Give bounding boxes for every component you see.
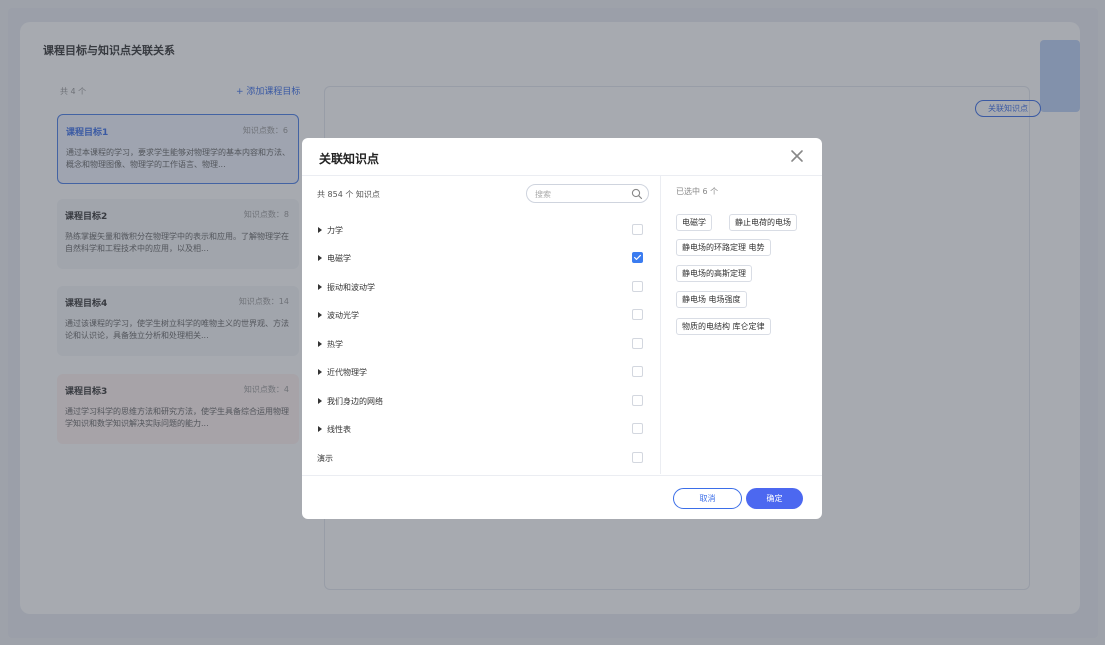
checkbox[interactable]: [632, 452, 643, 463]
selected-count: 已选中 6 个: [676, 187, 719, 196]
tree-item-label: 线性表: [327, 425, 351, 434]
selected-tag[interactable]: 静电场的环路定理 电势: [676, 239, 771, 256]
tree-item-label: 波动光学: [327, 311, 359, 320]
caret-right-icon[interactable]: [317, 341, 323, 347]
caret-right-icon[interactable]: [317, 369, 323, 375]
search-icon[interactable]: [631, 188, 643, 200]
checkbox[interactable]: [632, 281, 643, 292]
selected-tag[interactable]: 静止电荷的电场: [729, 214, 797, 231]
caret-right-icon[interactable]: [317, 398, 323, 404]
caret-right-icon[interactable]: [317, 227, 323, 233]
column-divider: [660, 176, 661, 474]
check-icon: [634, 254, 641, 260]
tree-item[interactable]: 近代物理学: [317, 362, 652, 382]
header-divider: [302, 175, 822, 176]
link-knowledge-modal: 关联知识点 共 854 个 知识点 力学 电磁学: [302, 138, 822, 519]
selected-tag[interactable]: 物质的电结构 库仑定律: [676, 318, 771, 335]
tree-item[interactable]: 波动光学: [317, 305, 652, 325]
caret-right-icon[interactable]: [317, 312, 323, 318]
tree-item-label: 电磁学: [327, 254, 351, 263]
caret-right-icon[interactable]: [317, 284, 323, 290]
modal-title: 关联知识点: [319, 152, 380, 166]
search-input[interactable]: [535, 187, 625, 201]
caret-right-icon[interactable]: [317, 255, 323, 261]
tree-item[interactable]: 电磁学: [317, 248, 652, 268]
checkbox[interactable]: [632, 395, 643, 406]
tree-item[interactable]: 我们身边的网络: [317, 391, 652, 411]
confirm-button[interactable]: 确定: [746, 488, 803, 509]
tree-item-label: 力学: [327, 226, 343, 235]
tree-item-label: 热学: [327, 340, 343, 349]
cancel-button[interactable]: 取消: [673, 488, 742, 509]
selected-tag[interactable]: 静电场 电场强度: [676, 291, 747, 308]
selected-tag[interactable]: 电磁学: [676, 214, 712, 231]
checkbox-checked[interactable]: [632, 252, 643, 263]
checkbox[interactable]: [632, 423, 643, 434]
tree-item[interactable]: 线性表: [317, 419, 652, 439]
tree-item-label: 近代物理学: [327, 368, 367, 377]
selected-tag[interactable]: 静电场的高斯定理: [676, 265, 752, 282]
tree-item-label: 振动和波动学: [327, 283, 375, 292]
checkbox[interactable]: [632, 338, 643, 349]
footer-divider: [302, 475, 822, 476]
checkbox[interactable]: [632, 224, 643, 235]
close-icon[interactable]: [789, 148, 805, 164]
tree-item[interactable]: 力学: [317, 220, 652, 240]
caret-right-icon[interactable]: [317, 426, 323, 432]
tree-item[interactable]: 演示: [317, 448, 652, 468]
tree-item-label: 演示: [317, 454, 333, 463]
tree-item[interactable]: 热学: [317, 334, 652, 354]
checkbox[interactable]: [632, 366, 643, 377]
total-count: 共 854 个 知识点: [317, 190, 380, 199]
checkbox[interactable]: [632, 309, 643, 320]
search-box: [526, 184, 649, 203]
tree-item-label: 我们身边的网络: [327, 397, 383, 406]
screen: 课程目标与知识点关联关系 共 4 个 + 添加课程目标 课程目标1 知识点数：6…: [0, 0, 1105, 645]
tree-item[interactable]: 振动和波动学: [317, 277, 652, 297]
